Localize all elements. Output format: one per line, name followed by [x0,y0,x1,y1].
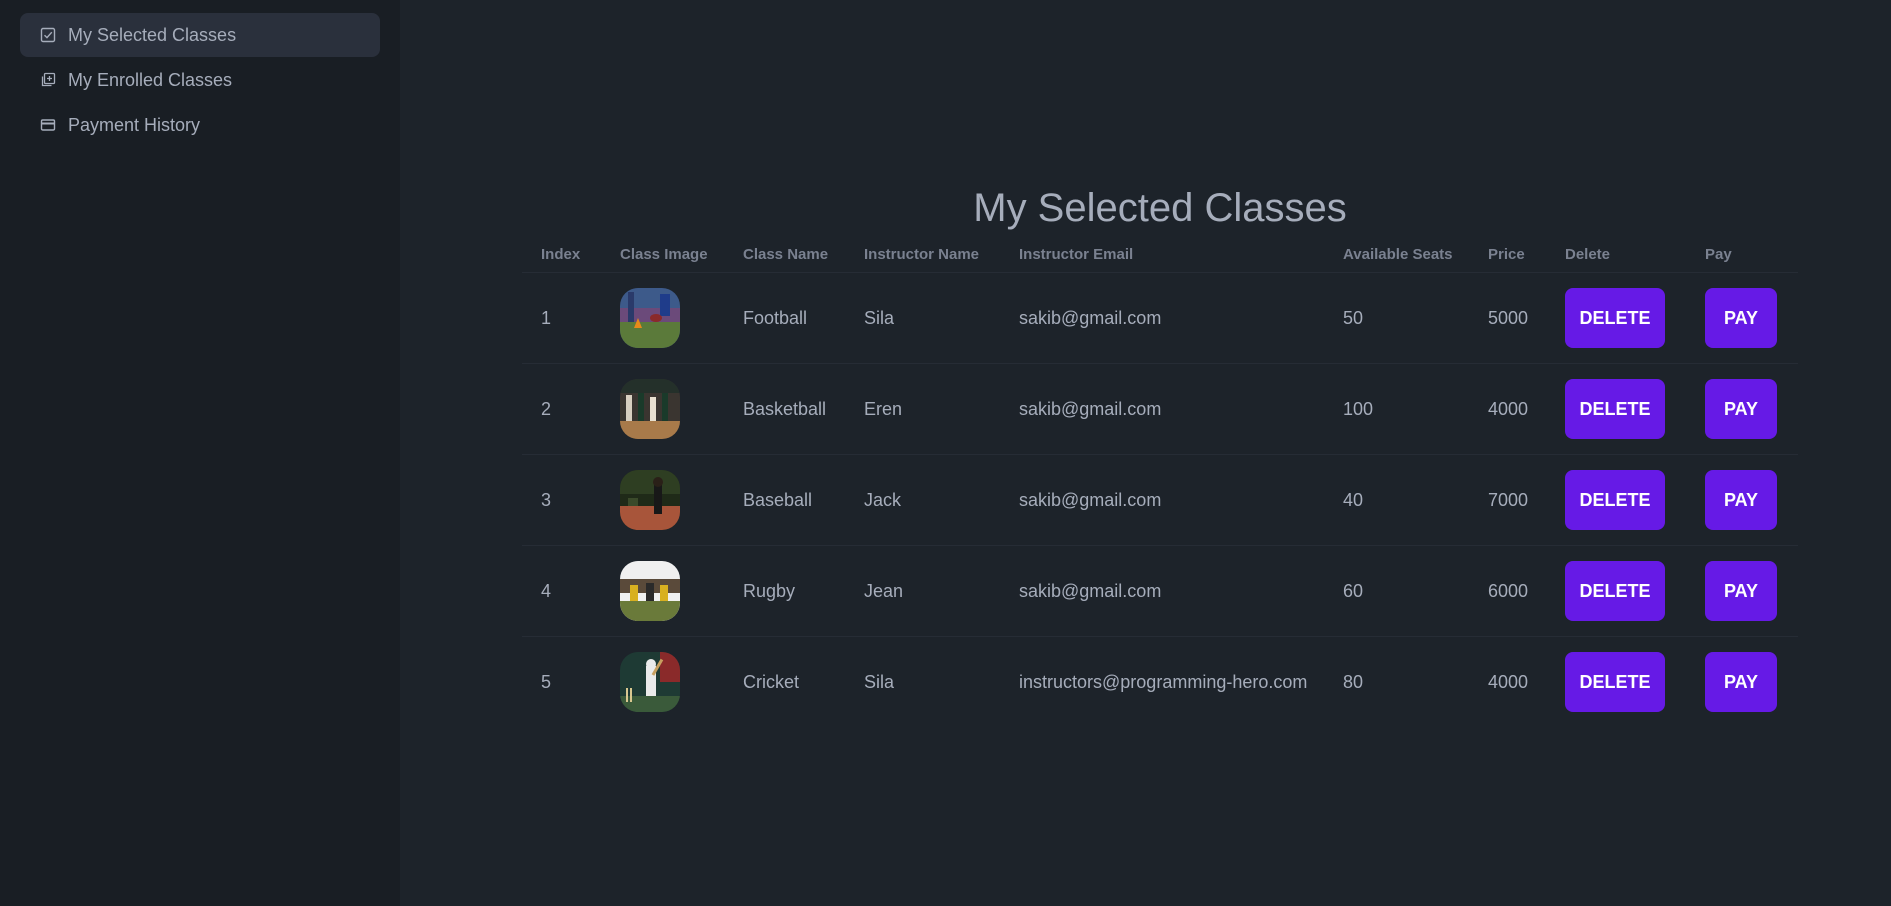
row-class-name: Rugby [724,545,845,637]
app-layout: My Selected Classes My Enrolled Classes … [0,0,1891,906]
sidebar-item-label: My Enrolled Classes [68,69,233,90]
header-class-image: Class Image [601,236,724,273]
class-image-cell [601,363,724,455]
table-body: 1 Football Sila sakib@gmail.com 50 5000 … [522,272,1798,728]
row-instructor-email: sakib@gmail.com [1000,454,1324,546]
row-instructor-name: Jack [845,454,1000,546]
row-class-name: Baseball [724,454,845,546]
header-instructor-name: Instructor Name [845,236,1000,273]
class-image-cell [601,545,724,637]
row-index: 4 [522,545,601,637]
class-image-cell [601,454,724,546]
row-price: 4000 [1488,671,1529,692]
pay-cell: PAY [1686,454,1798,546]
row-index: 2 [522,363,601,455]
basketball-class-image [620,379,680,439]
sidebar: My Selected Classes My Enrolled Classes … [0,0,400,906]
header-class-name: Class Name [724,236,845,273]
row-instructor-email: sakib@gmail.com [1000,545,1324,637]
pay-button[interactable]: PAY [1705,288,1777,348]
pay-button[interactable]: PAY [1705,379,1777,439]
delete-button[interactable]: DELETE [1565,470,1665,530]
pay-cell: PAY [1686,272,1798,364]
credit-card-icon [40,117,56,133]
pay-cell: PAY [1686,363,1798,455]
row-instructor-email: sakib@gmail.com [1000,363,1324,455]
header-index: Index [522,236,601,273]
row-index: 3 [522,454,601,546]
delete-cell: DELETE [1546,272,1686,364]
row-price: 7000 [1469,454,1546,546]
row-instructor-name: Sila [845,272,1000,364]
row-price: 6000 [1469,545,1546,637]
delete-button[interactable]: DELETE [1565,288,1665,348]
selected-classes-table: Index Class Image Class Name Instructor … [522,236,1798,727]
row-available-seats: 50 [1324,272,1469,364]
sidebar-item-my-enrolled-classes[interactable]: My Enrolled Classes [20,58,380,102]
delete-button[interactable]: DELETE [1565,379,1665,439]
delete-cell: DELETE [1546,363,1686,455]
table-row: 2 Basketball Eren sakib@gmail.com 100 40… [522,363,1798,455]
class-image-cell [601,272,724,364]
row-available-seats: 100 [1324,363,1469,455]
delete-cell: DELETE [1546,637,1686,728]
row-instructor-name: Sila [864,671,895,692]
header-delete: Delete [1546,236,1686,273]
row-index: 1 [522,272,601,364]
row-index: 5 [541,671,552,692]
pay-cell: PAY [1686,637,1798,728]
table-row: 3 Baseball Jack sakib@gmail.com 40 7000 … [522,454,1798,546]
delete-button[interactable]: DELETE [1565,561,1665,621]
row-class-name: Football [724,272,845,364]
rugby-class-image [620,561,680,621]
add-collection-icon [40,72,56,88]
baseball-class-image [620,470,680,530]
header-available-seats: Available Seats [1324,236,1469,273]
sidebar-item-payment-history[interactable]: Payment History [20,103,380,147]
row-price: 4000 [1469,363,1546,455]
row-instructor-name: Eren [845,363,1000,455]
main-content: My Selected Classes Index Class Image Cl… [400,0,1891,906]
row-available-seats: 80 [1343,671,1364,692]
row-price: 5000 [1469,272,1546,364]
pay-cell: PAY [1686,545,1798,637]
sidebar-item-label: Payment History [68,114,201,135]
pay-button[interactable]: PAY [1705,561,1777,621]
row-class-name: Cricket [743,671,800,692]
table-row: 5 Cricket Sila instructors@programming-h… [522,637,1798,728]
delete-button[interactable]: DELETE [1565,652,1665,712]
checkbox-icon [40,27,56,43]
header-price: Price [1469,236,1546,273]
table-row: 4 Rugby Jean sakib@gmail.com 60 6000 DEL… [522,545,1798,637]
pay-button[interactable]: PAY [1705,652,1777,712]
row-class-name: Basketball [724,363,845,455]
title-wrap: My Selected Classes [522,184,1798,232]
sidebar-item-my-selected-classes[interactable]: My Selected Classes [20,13,380,57]
delete-cell: DELETE [1546,545,1686,637]
football-class-image [620,288,680,348]
header-instructor-email: Instructor Email [1000,236,1324,273]
row-instructor-email: instructors@programming-hero.com [1019,671,1308,692]
row-instructor-email: sakib@gmail.com [1000,272,1324,364]
table-row: 1 Football Sila sakib@gmail.com 50 5000 … [522,272,1798,364]
row-instructor-name: Jean [845,545,1000,637]
cricket-class-image [620,652,680,712]
delete-cell: DELETE [1546,454,1686,546]
page-title: My Selected Classes [973,186,1347,230]
row-available-seats: 40 [1324,454,1469,546]
pay-button[interactable]: PAY [1705,470,1777,530]
row-available-seats: 60 [1324,545,1469,637]
sidebar-item-label: My Selected Classes [68,24,237,45]
header-pay: Pay [1686,236,1798,273]
table-header: Index Class Image Class Name Instructor … [522,236,1798,273]
class-image-cell [601,637,724,728]
